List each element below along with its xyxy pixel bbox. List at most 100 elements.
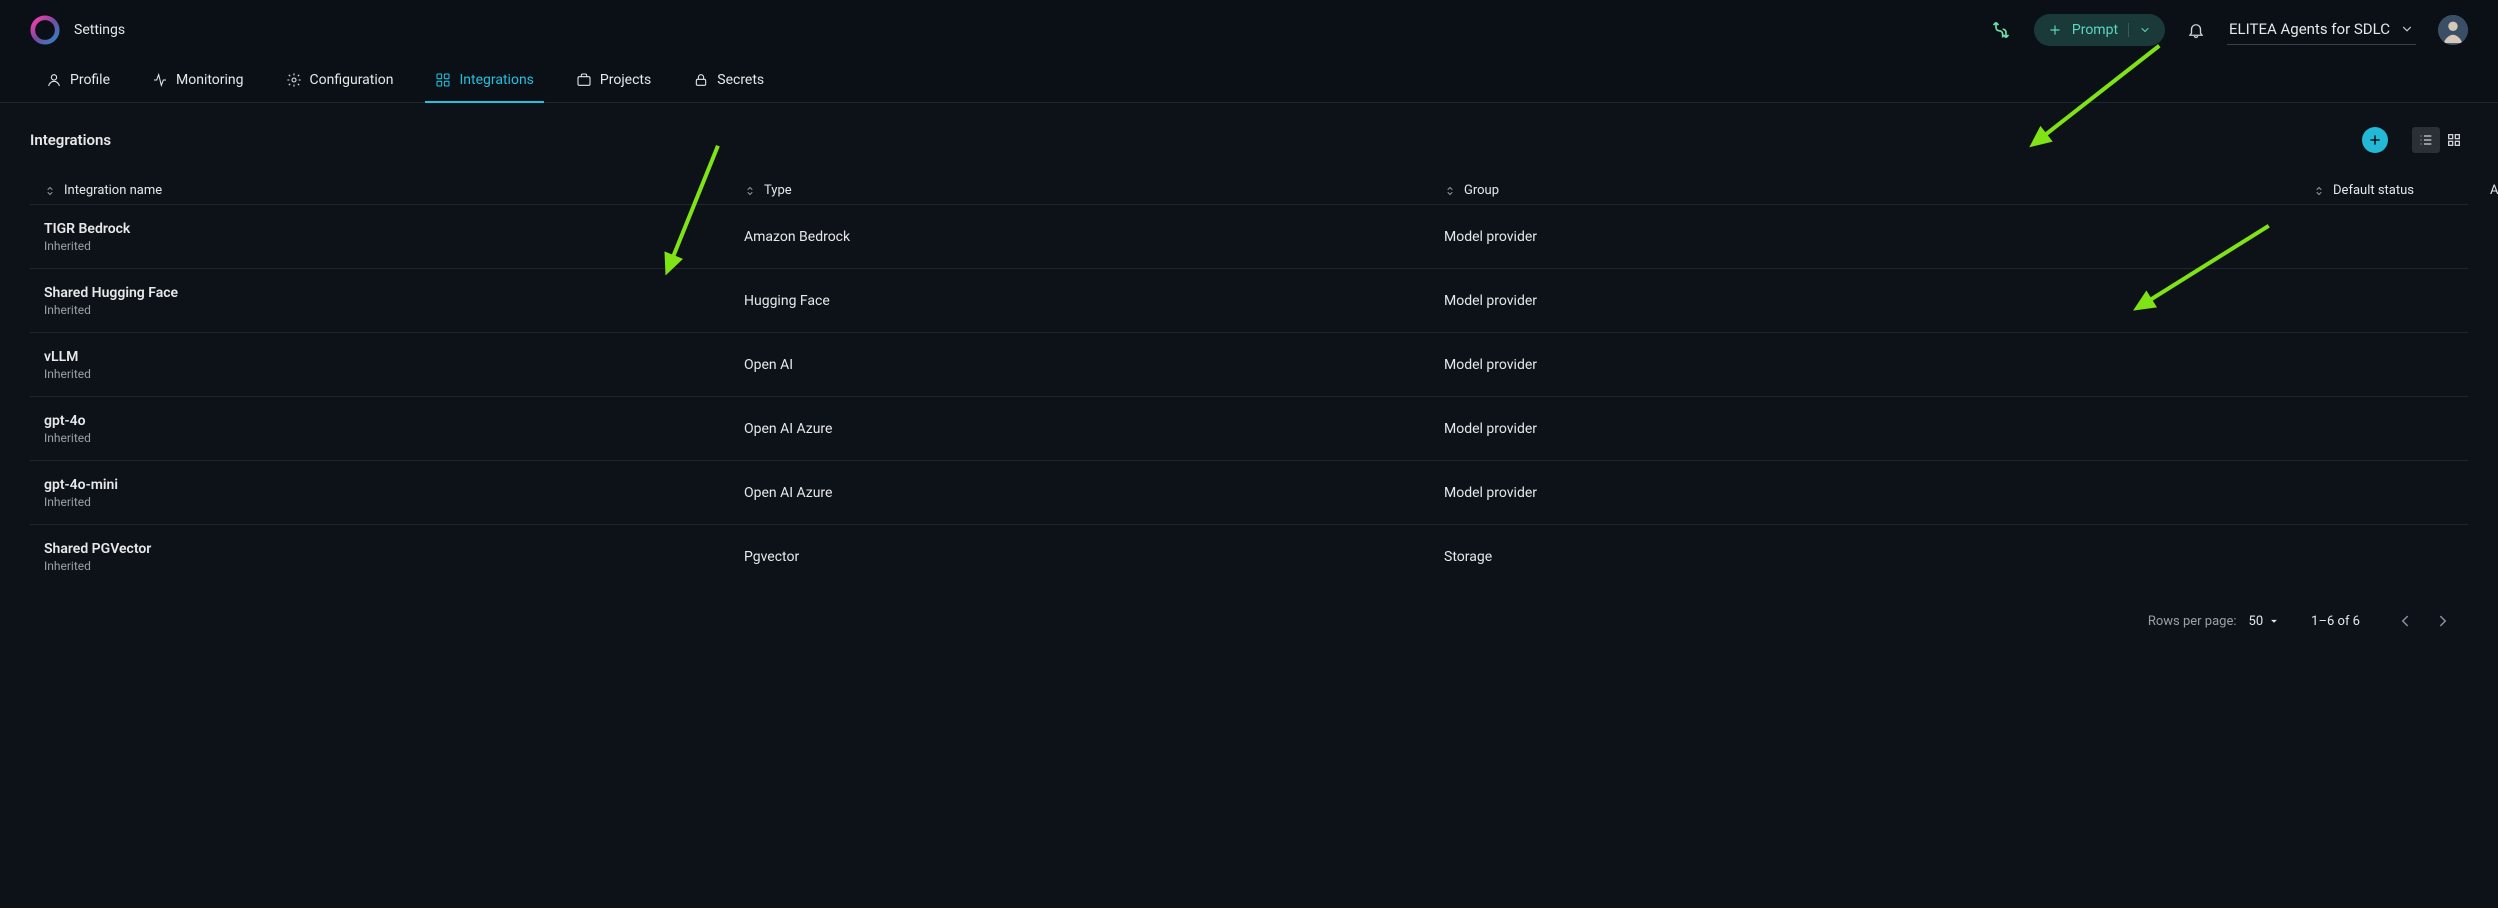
next-page-button[interactable] — [2428, 606, 2458, 636]
user-icon — [46, 72, 62, 88]
table-row[interactable]: TIGR Bedrock Inherited Amazon Bedrock Mo… — [30, 204, 2468, 268]
list-view-button[interactable] — [2412, 127, 2440, 153]
table-body: TIGR Bedrock Inherited Amazon Bedrock Mo… — [30, 204, 2468, 588]
plus-icon — [2368, 133, 2382, 147]
pagination-arrows — [2390, 606, 2458, 636]
cell-type: Amazon Bedrock — [744, 229, 1444, 245]
logo-group: Settings — [30, 15, 125, 45]
sort-icon — [44, 185, 56, 197]
cell-name: TIGR Bedrock Inherited — [44, 221, 744, 253]
pagination-range: 1–6 of 6 — [2311, 614, 2360, 629]
tab-label: Profile — [70, 72, 110, 88]
prev-page-button[interactable] — [2390, 606, 2420, 636]
page-content: Integrations Integration name Type — [0, 103, 2498, 676]
table-pagination: Rows per page: 50 1–6 of 6 — [30, 588, 2468, 636]
section-title: Integrations — [30, 131, 111, 149]
integration-name: gpt-4o-mini — [44, 477, 744, 493]
cell-type: Open AI — [744, 357, 1444, 373]
integration-inherited-label: Inherited — [44, 367, 744, 381]
table-row[interactable]: Shared PGVector Inherited Pgvector Stora… — [30, 524, 2468, 588]
view-toggle — [2412, 127, 2468, 153]
list-icon — [2418, 132, 2434, 148]
integration-name: vLLM — [44, 349, 744, 365]
integration-inherited-label: Inherited — [44, 495, 744, 509]
integration-name: Shared PGVector — [44, 541, 744, 557]
cell-type: Pgvector — [744, 549, 1444, 565]
table-row[interactable]: gpt-4o Inherited Open AI Azure Model pro… — [30, 396, 2468, 460]
column-header-status[interactable]: Default status — [2164, 183, 2414, 198]
cell-actions — [2414, 289, 2498, 313]
column-header-type[interactable]: Type — [744, 183, 1444, 198]
lock-icon — [693, 72, 709, 88]
tab-label: Projects — [600, 72, 651, 88]
notifications-icon[interactable] — [2187, 21, 2205, 39]
table-row[interactable]: vLLM Inherited Open AI Model provider — [30, 332, 2468, 396]
integrations-table: Integration name Type Group Default stat… — [30, 183, 2468, 588]
activity-icon — [152, 72, 168, 88]
tab-projects[interactable]: Projects — [566, 60, 661, 102]
page-title: Settings — [74, 22, 125, 38]
chevron-right-icon — [2434, 612, 2452, 630]
table-row[interactable]: gpt-4o-mini Inherited Open AI Azure Mode… — [30, 460, 2468, 524]
integration-inherited-label: Inherited — [44, 431, 744, 445]
rows-per-page-select[interactable]: 50 — [2249, 614, 2282, 629]
tab-monitoring[interactable]: Monitoring — [142, 60, 254, 102]
app-logo-icon — [30, 15, 60, 45]
cell-actions — [2414, 417, 2498, 441]
sort-icon — [744, 185, 756, 197]
chevron-down-icon[interactable] — [2139, 24, 2151, 36]
new-prompt-button[interactable]: Prompt — [2034, 14, 2165, 46]
grid-icon — [435, 72, 451, 88]
cell-name: gpt-4o Inherited — [44, 413, 744, 445]
prompt-button-label: Prompt — [2072, 22, 2118, 38]
integration-name: Shared Hugging Face — [44, 285, 744, 301]
chevron-left-icon — [2396, 612, 2414, 630]
cell-group: Storage — [1444, 549, 2164, 565]
cell-name: Shared Hugging Face Inherited — [44, 285, 744, 317]
tab-configuration[interactable]: Configuration — [276, 60, 404, 102]
column-header-name[interactable]: Integration name — [44, 183, 744, 198]
dropdown-arrow-icon — [2267, 614, 2281, 628]
cell-type: Hugging Face — [744, 293, 1444, 309]
cell-actions — [2414, 353, 2498, 377]
cell-group: Model provider — [1444, 357, 2164, 373]
workspace-selector[interactable]: ELITEA Agents for SDLC — [2227, 16, 2416, 45]
grid-view-button[interactable] — [2440, 127, 2468, 153]
tab-label: Integrations — [459, 72, 533, 88]
add-integration-button[interactable] — [2362, 127, 2388, 153]
gear-icon — [286, 72, 302, 88]
chevron-down-icon — [2400, 22, 2414, 36]
cell-group: Model provider — [1444, 293, 2164, 309]
cell-type: Open AI Azure — [744, 421, 1444, 437]
avatar[interactable] — [2438, 15, 2468, 45]
cell-name: Shared PGVector Inherited — [44, 541, 744, 573]
integration-inherited-label: Inherited — [44, 559, 744, 573]
integration-inherited-label: Inherited — [44, 239, 744, 253]
cell-actions — [2414, 545, 2498, 569]
shuffle-icon[interactable] — [1990, 19, 2012, 41]
cell-name: vLLM Inherited — [44, 349, 744, 381]
cell-name: gpt-4o-mini Inherited — [44, 477, 744, 509]
tab-secrets[interactable]: Secrets — [683, 60, 774, 102]
section-header: Integrations — [30, 127, 2468, 153]
tab-profile[interactable]: Profile — [36, 60, 120, 102]
table-row[interactable]: Shared Hugging Face Inherited Hugging Fa… — [30, 268, 2468, 332]
tab-integrations[interactable]: Integrations — [425, 60, 543, 102]
briefcase-icon — [576, 72, 592, 88]
workspace-label: ELITEA Agents for SDLC — [2229, 20, 2390, 38]
integration-name: TIGR Bedrock — [44, 221, 744, 237]
cell-actions — [2414, 225, 2498, 249]
column-header-group[interactable]: Group — [1444, 183, 2164, 198]
cell-group: Model provider — [1444, 485, 2164, 501]
integration-name: gpt-4o — [44, 413, 744, 429]
header-actions: Prompt ELITEA Agents for SDLC — [1990, 14, 2468, 46]
sort-icon — [2313, 185, 2325, 197]
tab-label: Monitoring — [176, 72, 244, 88]
tab-label: Secrets — [717, 72, 764, 88]
cell-group: Model provider — [1444, 421, 2164, 437]
tab-label: Configuration — [310, 72, 394, 88]
column-header-actions: Actions — [2414, 183, 2498, 198]
grid-icon — [2446, 132, 2462, 148]
integration-inherited-label: Inherited — [44, 303, 744, 317]
table-header: Integration name Type Group Default stat… — [30, 183, 2468, 198]
